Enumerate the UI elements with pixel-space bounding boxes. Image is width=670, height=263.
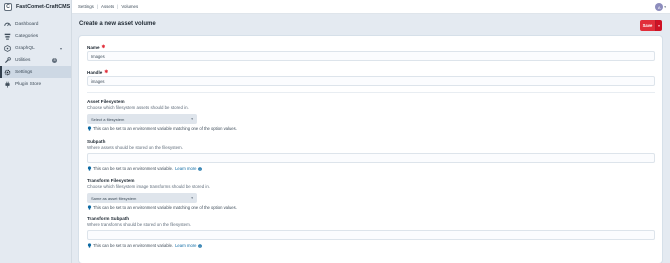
user-menu[interactable]: A ▾	[655, 3, 666, 11]
subpath-tip-text: This can be set to an environment variab…	[93, 166, 174, 171]
dashboard-icon	[4, 21, 11, 28]
sidebar-item-label: Settings	[15, 69, 33, 75]
sidebar-item-dashboard[interactable]: Dashboard	[0, 18, 71, 30]
breadcrumb-volumes[interactable]: Volumes	[121, 4, 138, 9]
handle-label: Handle	[87, 69, 103, 75]
site-name: FastComet-CraftCMS	[16, 4, 71, 10]
subpath-label: Subpath	[87, 139, 106, 144]
breadcrumb-settings[interactable]: Settings	[78, 4, 94, 9]
handle-field: Handle ✱ images	[87, 69, 655, 86]
asset-filesystem-tip-text: This can be set to an environment variab…	[93, 126, 237, 131]
sidebar-item-label: Plugin Store	[15, 81, 42, 87]
learn-more-link[interactable]: Learn more	[175, 243, 196, 248]
transform-filesystem-field: Transform Filesystem Choose which filesy…	[87, 178, 655, 210]
sidebar-item-categories[interactable]: Categories	[0, 30, 71, 42]
utilities-badge: 3	[52, 57, 57, 63]
lightbulb-icon	[87, 205, 92, 210]
chevron-down-icon[interactable]: ▾	[60, 46, 62, 51]
chevron-down-icon: ▾	[658, 23, 660, 28]
transform-subpath-label: Transform Subpath	[87, 216, 130, 221]
subpath-input[interactable]	[87, 153, 655, 163]
categories-icon	[4, 33, 11, 40]
page-title: Create a new asset volume	[79, 21, 156, 27]
breadcrumb-separator: |	[96, 4, 99, 9]
asset-filesystem-select[interactable]: Select a filesystem ▾	[87, 114, 197, 124]
transform-filesystem-label: Transform Filesystem	[87, 178, 135, 183]
save-button-group: Save ▾	[640, 20, 662, 31]
asset-filesystem-field: Asset Filesystem Choose which filesystem…	[87, 99, 655, 131]
top-bar: Settings | Assets | Volumes A ▾	[72, 0, 670, 14]
sidebar-nav: Dashboard Categories GraphQL ▾ Utilities…	[0, 18, 71, 90]
required-indicator: ✱	[101, 44, 106, 49]
chevron-down-icon[interactable]: ▾	[664, 5, 666, 9]
lightbulb-icon	[87, 243, 92, 248]
transform-subpath-tip: This can be set to an environment variab…	[87, 243, 202, 248]
transform-subpath-instructions: Where transforms should be stored on the…	[87, 222, 191, 227]
subpath-field: Subpath Where assets should be stored on…	[87, 139, 655, 171]
sidebar-item-label: Utilities	[15, 57, 31, 63]
asset-filesystem-label: Asset Filesystem	[87, 99, 125, 104]
transform-subpath-field: Transform Subpath Where transforms shoul…	[87, 216, 655, 248]
handle-input[interactable]: images	[87, 76, 655, 86]
content-pane: Name ✱ Images Handle ✱ images Asset File…	[79, 36, 662, 263]
asset-filesystem-selected: Select a filesystem	[91, 116, 125, 122]
graphql-icon	[4, 44, 11, 52]
save-menu-button[interactable]: ▾	[655, 20, 662, 31]
sidebar-item-label: Categories	[15, 33, 39, 39]
avatar[interactable]: A	[655, 3, 664, 11]
save-button[interactable]: Save	[640, 20, 655, 31]
breadcrumb-separator: |	[117, 4, 119, 9]
site-switcher[interactable]: C FastComet-CraftCMS	[0, 0, 71, 14]
lightbulb-icon	[87, 166, 92, 171]
breadcrumb-assets[interactable]: Assets	[101, 4, 114, 9]
sidebar-item-utilities[interactable]: Utilities 3	[0, 54, 71, 66]
asset-filesystem-instructions: Choose which filesystem assets should be…	[87, 105, 189, 110]
subpath-instructions: Where assets should be stored on the fil…	[87, 145, 183, 150]
name-input[interactable]: Images	[87, 51, 655, 61]
subpath-tip: This can be set to an environment variab…	[87, 166, 202, 171]
chevron-down-icon: ▾	[191, 117, 193, 121]
divider	[87, 92, 655, 93]
sidebar: C FastComet-CraftCMS Dashboard Categorie…	[0, 0, 72, 263]
sidebar-item-graphql[interactable]: GraphQL ▾	[0, 42, 71, 54]
transform-subpath-input[interactable]	[87, 230, 655, 240]
info-icon[interactable]	[197, 166, 202, 171]
site-badge: C	[4, 3, 12, 11]
lightbulb-icon	[87, 126, 92, 131]
asset-filesystem-tip: This can be set to an environment variab…	[87, 126, 237, 131]
chevron-down-icon: ▾	[191, 196, 193, 200]
transform-filesystem-tip: This can be set to an environment variab…	[87, 205, 237, 210]
learn-more-link[interactable]: Learn more	[175, 166, 196, 171]
gear-icon	[4, 69, 11, 76]
transform-subpath-tip-text: This can be set to an environment variab…	[93, 243, 174, 248]
transform-filesystem-select[interactable]: Same as asset filesystem ▾	[87, 193, 197, 203]
transform-filesystem-selected: Same as asset filesystem	[91, 195, 137, 201]
name-field: Name ✱ Images	[87, 44, 655, 61]
transform-filesystem-instructions: Choose which filesystem image transforms…	[87, 184, 210, 189]
sidebar-item-settings[interactable]: Settings	[0, 66, 71, 78]
required-indicator: ✱	[104, 69, 109, 74]
breadcrumb: Settings | Assets | Volumes	[72, 4, 141, 9]
sidebar-item-label: GraphQL	[15, 45, 35, 51]
info-icon[interactable]	[197, 243, 202, 248]
name-label: Name	[87, 44, 100, 50]
plug-icon	[4, 81, 11, 88]
wrench-icon	[4, 56, 11, 64]
sidebar-item-plugin-store[interactable]: Plugin Store	[0, 78, 71, 90]
transform-filesystem-tip-text: This can be set to an environment variab…	[93, 205, 237, 210]
sidebar-item-label: Dashboard	[15, 21, 39, 27]
